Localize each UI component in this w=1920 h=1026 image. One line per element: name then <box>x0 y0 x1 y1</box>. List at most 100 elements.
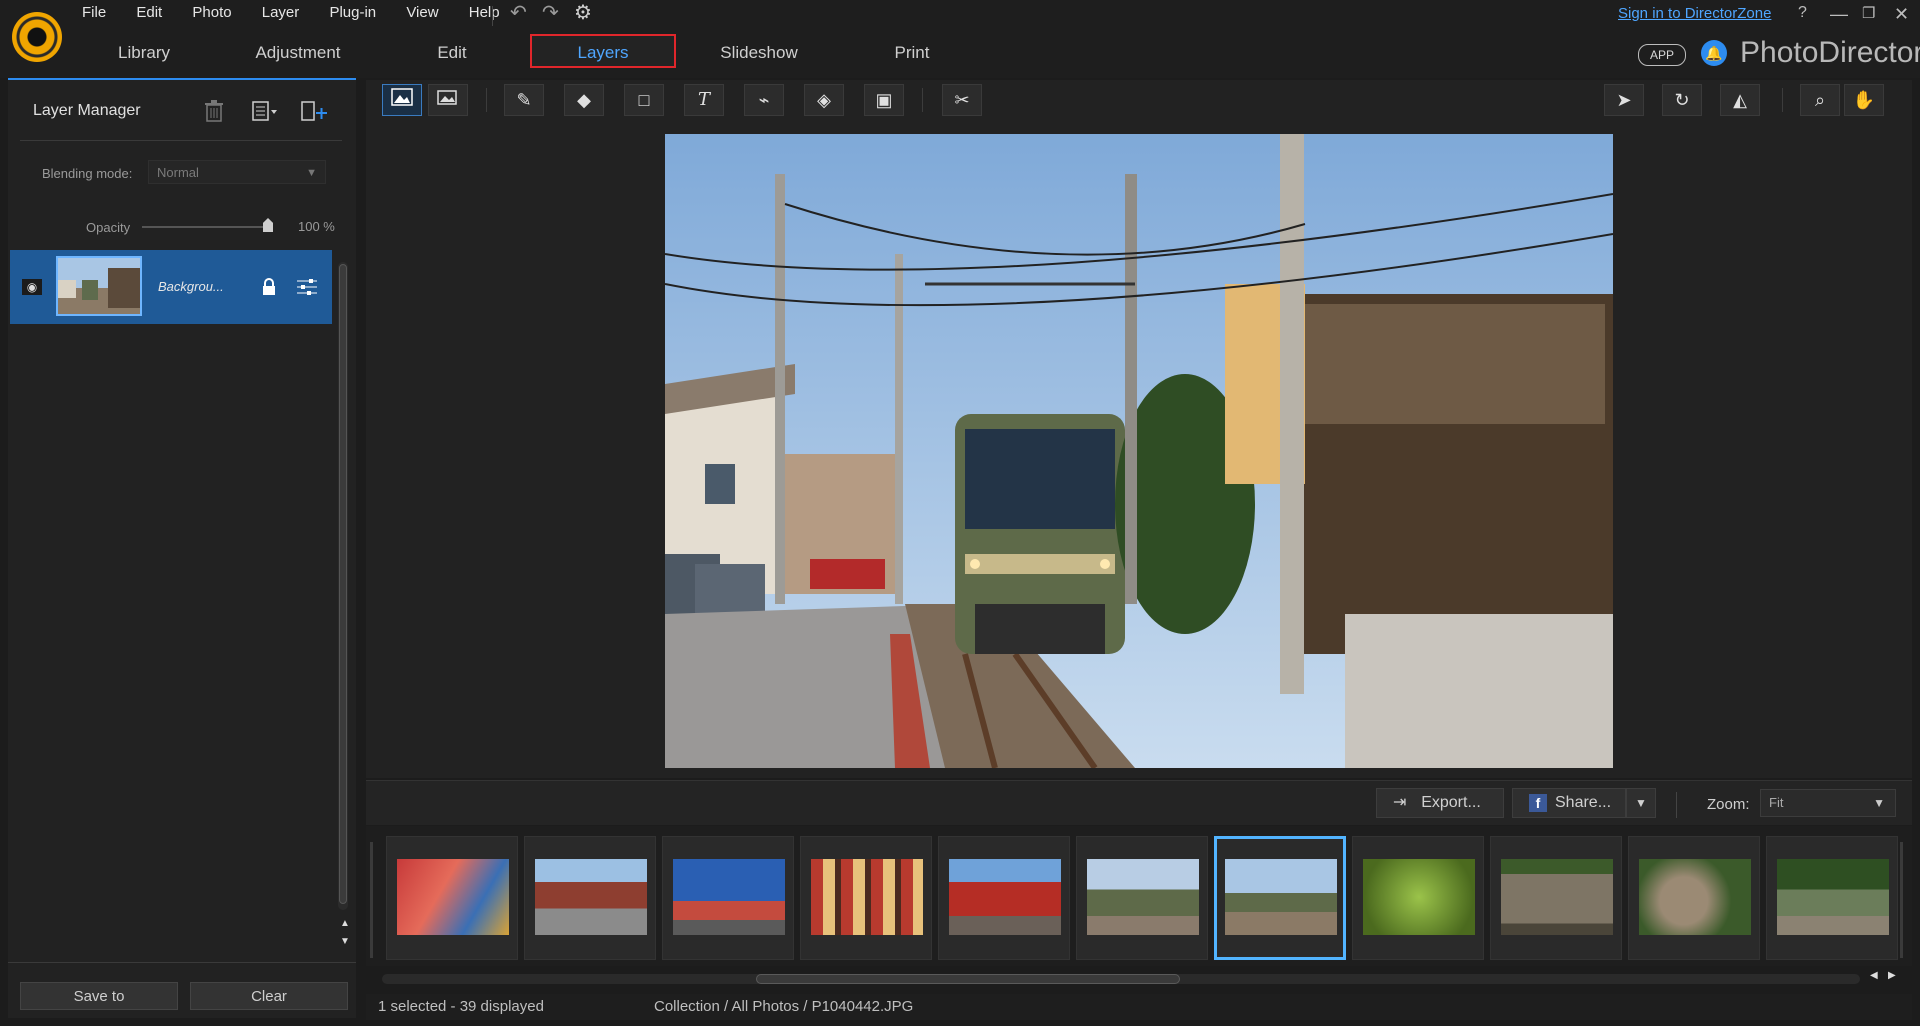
filmstrip-thumbnail[interactable] <box>1352 836 1484 960</box>
scroll-right-icon[interactable]: ▶ <box>1888 970 1896 981</box>
menu-help[interactable]: Help <box>469 4 500 21</box>
filmstrip-thumbnail[interactable] <box>524 836 656 960</box>
image-view-icon[interactable] <box>428 84 468 116</box>
export-label: Export... <box>1421 794 1481 811</box>
toolbar-divider <box>486 88 487 112</box>
tab-adjustment[interactable]: Adjustment <box>246 40 350 66</box>
opacity-slider-track[interactable] <box>142 226 272 228</box>
filmstrip-thumbnail[interactable] <box>1628 836 1760 960</box>
scroll-down-icon[interactable]: ▼ <box>340 936 350 947</box>
share-dropdown-button[interactable]: ▼ <box>1626 788 1656 818</box>
layer-manager-title: Layer Manager <box>33 102 141 119</box>
help-icon[interactable]: ? <box>1798 4 1807 22</box>
filmstrip-thumbnail[interactable] <box>938 836 1070 960</box>
filmstrip-thumbnail[interactable] <box>662 836 794 960</box>
filmstrip-thumbnail[interactable] <box>1766 836 1898 960</box>
text-icon[interactable]: T <box>684 84 724 116</box>
pan-hand-icon[interactable]: ✋ <box>1844 84 1884 116</box>
filmstrip-thumbnail[interactable] <box>386 836 518 960</box>
add-layer-icon[interactable] <box>300 100 328 128</box>
layer-view-icon[interactable] <box>382 84 422 116</box>
app-badge[interactable]: APP <box>1638 44 1686 66</box>
tab-print[interactable]: Print <box>880 40 944 66</box>
redo-icon[interactable]: ↷ <box>542 0 559 25</box>
share-button[interactable]: f Share... <box>1512 788 1626 818</box>
menu-bar: File Edit Photo Layer Plug-in View Help <box>82 4 526 24</box>
save-to-button[interactable]: Save to <box>20 982 178 1010</box>
facebook-icon: f <box>1529 794 1547 812</box>
blending-mode-label: Blending mode: <box>42 166 133 181</box>
restore-icon[interactable]: ❐ <box>1862 4 1875 22</box>
sign-in-link[interactable]: Sign in to DirectorZone <box>1618 5 1771 22</box>
clone-brush-icon[interactable]: ⌁ <box>744 84 784 116</box>
menu-view[interactable]: View <box>406 4 438 21</box>
layer-name[interactable]: Backgrou... <box>158 279 224 294</box>
opacity-label: Opacity <box>86 220 131 235</box>
filmstrip-thumbnail[interactable] <box>1490 836 1622 960</box>
layer-thumbnail <box>56 256 142 316</box>
filmstrip-thumbnail[interactable] <box>800 836 932 960</box>
opacity-value: 100 % <box>298 219 335 234</box>
export-button[interactable]: ⇥ Export... <box>1376 788 1504 818</box>
scroll-up-icon[interactable]: ▲ <box>340 918 350 929</box>
divider <box>8 962 356 963</box>
rectangle-icon[interactable]: □ <box>624 84 664 116</box>
bottom-divider <box>1676 792 1677 818</box>
minimize-icon[interactable]: — <box>1830 4 1848 25</box>
sliders-icon[interactable] <box>296 278 318 299</box>
gradient-icon[interactable]: ▣ <box>864 84 904 116</box>
menu-layer[interactable]: Layer <box>262 4 300 21</box>
brush-icon[interactable]: ✎ <box>504 84 544 116</box>
zoom-magnifier-icon[interactable]: ⌕ <box>1800 84 1840 116</box>
bottom-actions-bar <box>366 780 1912 825</box>
chevron-down-icon: ▼ <box>1873 796 1885 810</box>
photo-preview <box>665 134 1613 768</box>
fill-bucket-icon[interactable]: ◈ <box>804 84 844 116</box>
close-icon[interactable]: ✕ <box>1894 4 1909 25</box>
rotate-icon[interactable]: ↻ <box>1662 84 1702 116</box>
filmstrip-thumbnail[interactable] <box>1076 836 1208 960</box>
tab-layers[interactable]: Layers <box>530 34 676 68</box>
filmstrip-edge <box>370 842 373 958</box>
filmstrip-scroll-thumb[interactable] <box>756 974 1180 984</box>
blending-mode-value: Normal <box>157 165 199 180</box>
settings-gear-icon[interactable]: ⚙ <box>574 0 592 25</box>
clear-button[interactable]: Clear <box>190 982 348 1010</box>
toolbar-divider <box>1782 88 1783 112</box>
selection-status: 1 selected - 39 displayed <box>378 998 544 1015</box>
trash-icon[interactable] <box>204 100 224 128</box>
filmstrip-edge <box>1900 842 1903 958</box>
select-arrow-icon[interactable]: ➤ <box>1604 84 1644 116</box>
tab-edit[interactable]: Edit <box>420 40 484 66</box>
crop-scissors-icon[interactable]: ✂ <box>942 84 982 116</box>
menu-edit[interactable]: Edit <box>136 4 162 21</box>
tab-library[interactable]: Library <box>104 40 184 66</box>
divider <box>20 140 342 141</box>
scroll-left-icon[interactable]: ◀ <box>1870 970 1878 981</box>
zoom-dropdown[interactable]: Fit ▼ <box>1760 789 1896 817</box>
menu-plugin[interactable]: Plug-in <box>329 4 376 21</box>
zoom-label: Zoom: <box>1707 796 1750 813</box>
tab-slideshow[interactable]: Slideshow <box>710 40 808 66</box>
layer-options-icon[interactable] <box>252 100 278 128</box>
photodirector-logo-icon <box>12 12 62 62</box>
status-bar: 1 selected - 39 displayed Collection / A… <box>366 994 1912 1020</box>
share-label: Share... <box>1555 794 1612 811</box>
brand-title: PhotoDirector <box>1740 36 1920 69</box>
notification-bell-icon[interactable]: 🔔 <box>1701 40 1727 66</box>
file-path: Collection / All Photos / P1040442.JPG <box>654 998 914 1015</box>
toolbar-divider <box>922 88 923 112</box>
undo-icon[interactable]: ↶ <box>510 0 527 25</box>
eye-icon[interactable]: ◉ <box>22 279 42 295</box>
lock-icon[interactable] <box>262 278 276 299</box>
chevron-down-icon: ▼ <box>306 167 317 179</box>
zoom-value: Fit <box>1769 795 1784 810</box>
menu-divider <box>492 6 493 26</box>
blending-mode-dropdown[interactable]: Normal ▼ <box>148 160 326 184</box>
eraser-icon[interactable]: ◆ <box>564 84 604 116</box>
menu-photo[interactable]: Photo <box>192 4 231 21</box>
flip-icon[interactable]: ◭ <box>1720 84 1760 116</box>
layer-list-scroll-thumb[interactable] <box>339 264 347 904</box>
filmstrip-thumbnail-selected[interactable] <box>1214 836 1346 960</box>
menu-file[interactable]: File <box>82 4 106 21</box>
